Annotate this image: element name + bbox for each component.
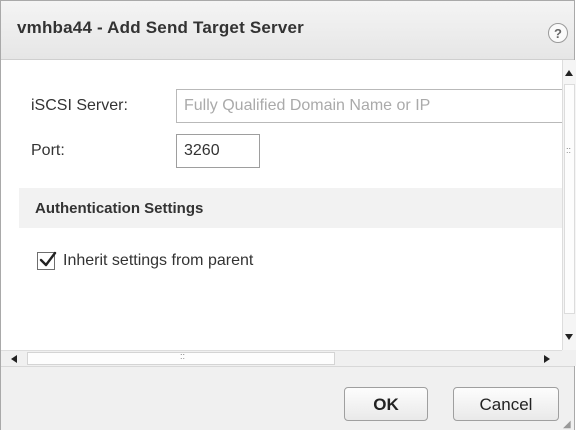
dialog-title: vmhba44 - Add Send Target Server: [17, 18, 304, 37]
scroll-up-icon[interactable]: [565, 70, 573, 76]
resize-grip-icon[interactable]: ◢: [563, 419, 571, 430]
inherit-settings-label[interactable]: Inherit settings from parent: [63, 252, 253, 270]
help-icon[interactable]: ?: [548, 23, 568, 43]
inherit-settings-checkbox[interactable]: [37, 251, 57, 270]
port-value: 3260: [184, 142, 220, 159]
port-label: Port:: [31, 142, 65, 159]
horizontal-scroll-thumb[interactable]: ::: [27, 351, 335, 365]
dialog-footer: OK Cancel: [1, 366, 574, 430]
iscsi-server-label: iSCSI Server:: [31, 97, 128, 114]
dialog-titlebar: vmhba44 - Add Send Target Server ?: [1, 1, 574, 60]
cancel-button[interactable]: Cancel: [453, 387, 559, 421]
authentication-settings-header: Authentication Settings: [19, 188, 562, 228]
scroll-down-icon[interactable]: [565, 334, 573, 340]
iscsi-server-input[interactable]: Fully Qualified Domain Name or IP: [176, 89, 562, 123]
horizontal-scrollbar[interactable]: ::: [1, 350, 562, 366]
dialog-content: iSCSI Server: Fully Qualified Domain Nam…: [1, 60, 562, 350]
scroll-right-icon[interactable]: [544, 355, 550, 363]
scrollbar-corner: [562, 350, 576, 366]
port-input[interactable]: 3260: [176, 134, 260, 168]
add-send-target-dialog: vmhba44 - Add Send Target Server ? iSCSI…: [0, 0, 576, 430]
horizontal-grip-icon: ::: [180, 351, 186, 361]
checkmark-icon: [39, 251, 57, 267]
iscsi-server-placeholder: Fully Qualified Domain Name or IP: [184, 97, 431, 114]
ok-button[interactable]: OK: [344, 387, 428, 421]
vertical-scroll-thumb[interactable]: ::: [564, 84, 575, 314]
authentication-settings-title: Authentication Settings: [35, 200, 204, 217]
vertical-scrollbar[interactable]: ::: [562, 60, 576, 350]
scroll-left-icon[interactable]: [11, 355, 17, 363]
vertical-grip-icon: ::: [566, 145, 572, 155]
